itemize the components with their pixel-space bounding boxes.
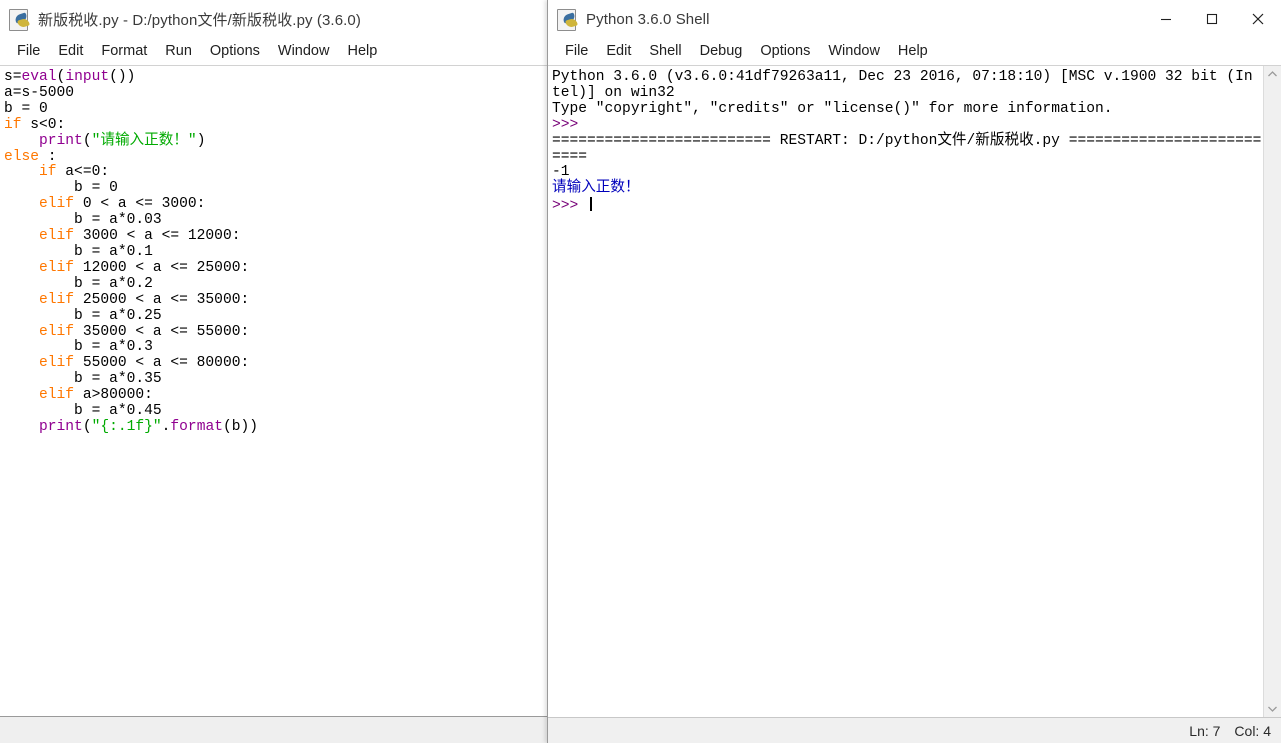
editor-menu-format[interactable]: Format xyxy=(92,41,156,62)
shell-menu-file[interactable]: File xyxy=(556,41,597,62)
editor-menu-window[interactable]: Window xyxy=(269,41,339,62)
editor-text-body[interactable]: s=eval(input()) a=s-5000 b = 0 if s<0: p… xyxy=(0,66,547,716)
editor-code-area[interactable]: s=eval(input()) a=s-5000 b = 0 if s<0: p… xyxy=(0,66,547,716)
editor-menu-file[interactable]: File xyxy=(8,41,49,62)
minimize-icon[interactable] xyxy=(1143,0,1189,38)
idle-python-shell-icon xyxy=(556,8,578,31)
editor-menu-help[interactable]: Help xyxy=(338,41,386,62)
editor-menubar[interactable]: File Edit Format Run Options Window Help xyxy=(0,38,547,66)
chevron-down-icon[interactable] xyxy=(1264,700,1281,717)
shell-menubar[interactable]: File Edit Shell Debug Options Window Hel… xyxy=(548,38,1281,66)
shell-statusbar: Ln: 7 Col: 4 xyxy=(548,717,1281,743)
text-cursor xyxy=(590,197,593,212)
editor-titlebar[interactable]: 新版税收.py - D:/python文件/新版税收.py (3.6.0) xyxy=(0,0,547,38)
shell-vertical-scrollbar[interactable] xyxy=(1263,66,1281,717)
shell-output-text[interactable]: Python 3.6.0 (v3.6.0:41df79263a11, Dec 2… xyxy=(552,69,1263,215)
shell-menu-edit[interactable]: Edit xyxy=(597,41,640,62)
shell-window-controls[interactable] xyxy=(1143,0,1281,38)
shell-menu-window[interactable]: Window xyxy=(819,41,889,62)
chevron-up-icon[interactable] xyxy=(1264,66,1281,83)
status-line-number: Ln: 7 xyxy=(1189,722,1221,739)
idle-editor-window[interactable]: 新版税收.py - D:/python文件/新版税收.py (3.6.0) Fi… xyxy=(0,0,548,717)
shell-menu-shell[interactable]: Shell xyxy=(640,41,690,62)
shell-output-area[interactable]: Python 3.6.0 (v3.6.0:41df79263a11, Dec 2… xyxy=(548,66,1263,717)
python-shell-window[interactable]: Python 3.6.0 Shell File Edit Shell Debug… xyxy=(547,0,1281,743)
shell-title: Python 3.6.0 Shell xyxy=(586,10,710,28)
close-icon[interactable] xyxy=(1235,0,1281,38)
editor-source-code[interactable]: s=eval(input()) a=s-5000 b = 0 if s<0: p… xyxy=(4,69,547,436)
shell-menu-debug[interactable]: Debug xyxy=(691,41,752,62)
idle-python-file-icon xyxy=(8,8,30,31)
shell-text-body[interactable]: Python 3.6.0 (v3.6.0:41df79263a11, Dec 2… xyxy=(548,66,1281,717)
status-column-number: Col: 4 xyxy=(1234,722,1271,739)
maximize-icon[interactable] xyxy=(1189,0,1235,38)
shell-titlebar[interactable]: Python 3.6.0 Shell xyxy=(548,0,1281,38)
scrollbar-track[interactable] xyxy=(1264,83,1281,700)
editor-menu-run[interactable]: Run xyxy=(156,41,201,62)
editor-menu-options[interactable]: Options xyxy=(201,41,269,62)
editor-menu-edit[interactable]: Edit xyxy=(49,41,92,62)
shell-menu-options[interactable]: Options xyxy=(751,41,819,62)
shell-menu-help[interactable]: Help xyxy=(889,41,937,62)
editor-title: 新版税收.py - D:/python文件/新版税收.py (3.6.0) xyxy=(38,11,361,29)
